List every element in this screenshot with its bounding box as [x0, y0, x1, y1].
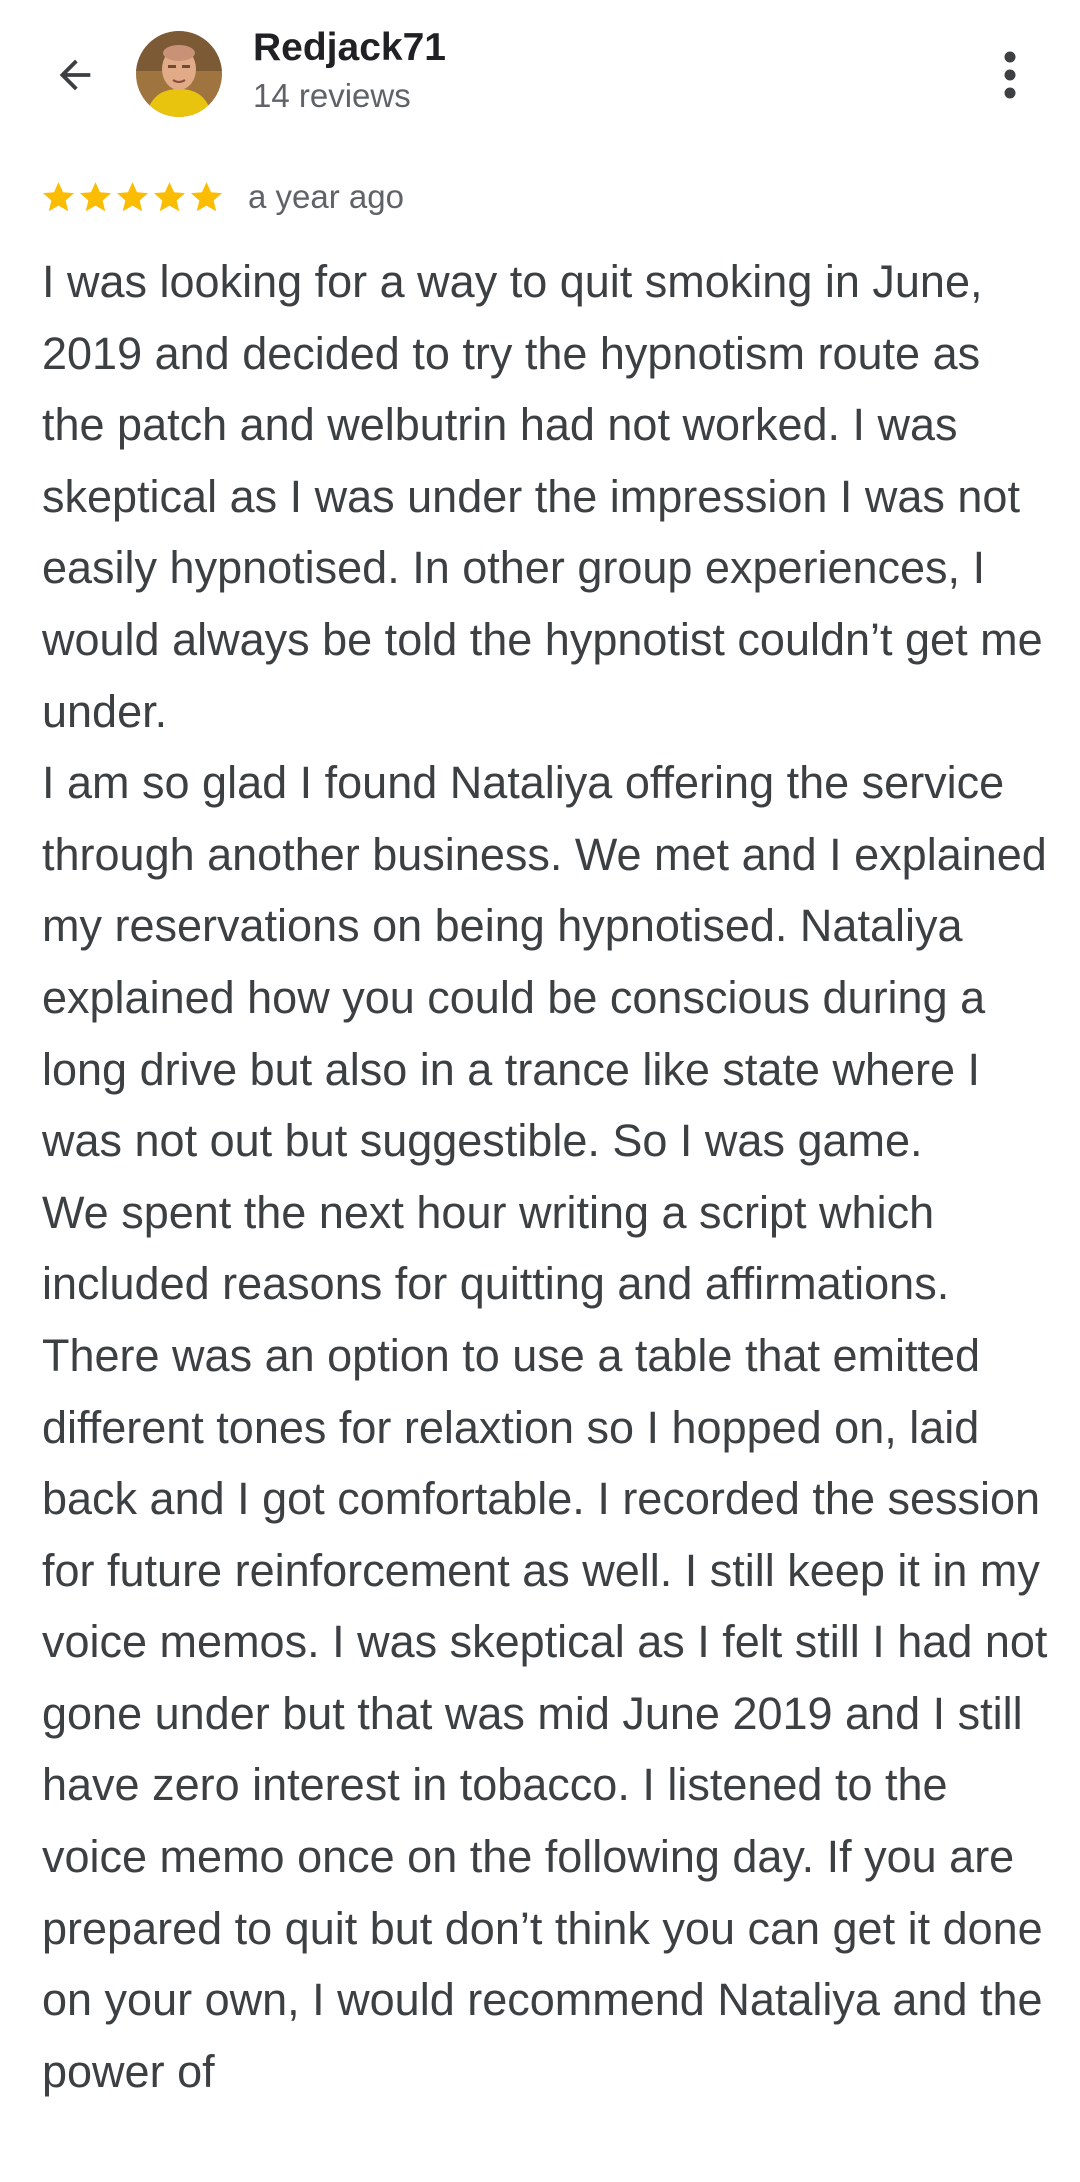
review-header: Redjack71 14 reviews — [0, 0, 1080, 150]
star-icon — [79, 181, 112, 211]
arrow-back-icon — [59, 59, 91, 91]
review-paragraph: We spent the next hour writing a script … — [42, 1186, 1048, 2097]
more-vert-icon — [1004, 51, 1016, 99]
user-name[interactable]: Redjack71 — [253, 26, 446, 70]
star-icon — [190, 181, 223, 211]
review-count: 14 reviews — [253, 77, 411, 114]
back-button[interactable] — [40, 40, 110, 110]
star-icon — [153, 181, 186, 211]
review-paragraph: I was looking for a way to quit smoking … — [42, 256, 1043, 737]
review-paragraph: I am so glad I found Nataliya offering t… — [42, 757, 1047, 1167]
star-icon — [42, 181, 75, 211]
star-rating — [40, 179, 225, 216]
more-options-button[interactable] — [985, 40, 1035, 110]
star-icon — [116, 181, 149, 211]
review-text: I was looking for a way to quit smoking … — [42, 246, 1052, 2107]
review-time: a year ago — [248, 178, 404, 215]
avatar-photo — [136, 31, 222, 117]
avatar[interactable] — [136, 31, 222, 117]
rating-row: a year ago — [40, 174, 404, 220]
